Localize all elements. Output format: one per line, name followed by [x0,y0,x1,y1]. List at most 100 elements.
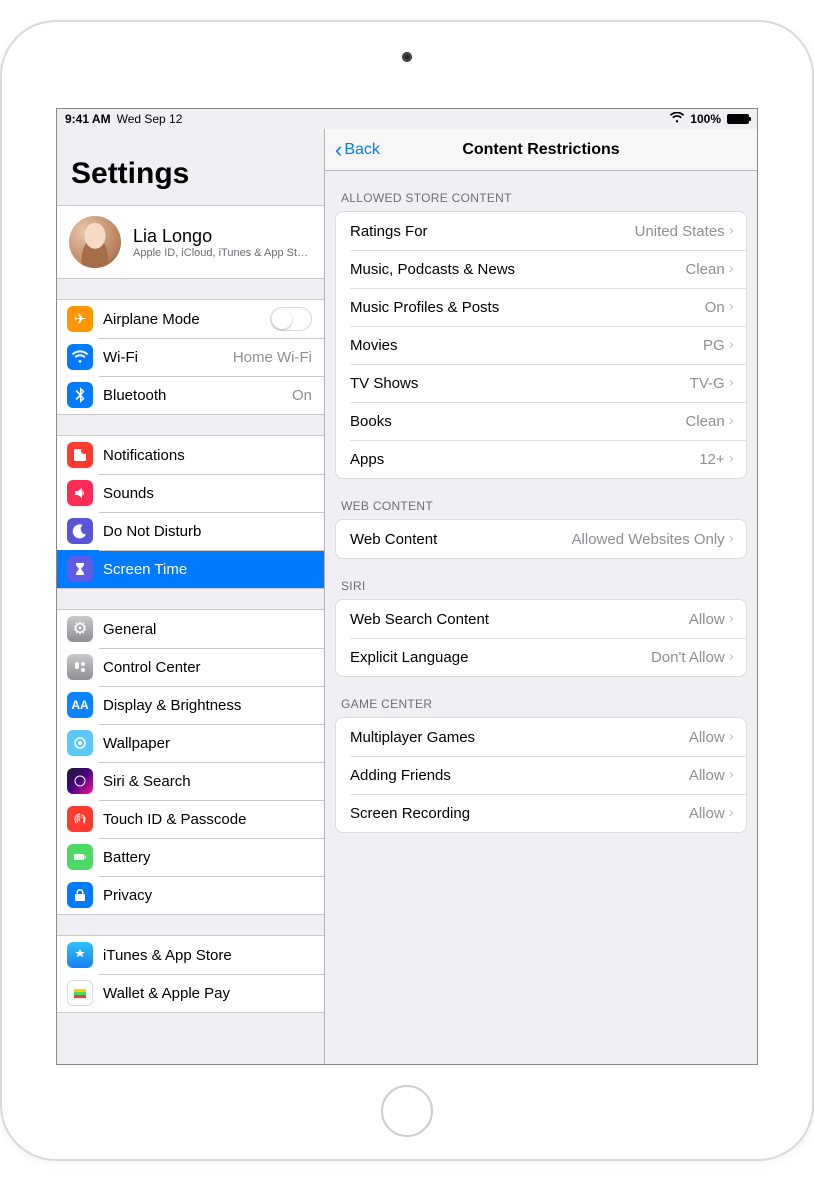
webcontent-label: Web Content [350,531,572,548]
apple-id-row[interactable]: Lia Longo Apple ID, iCloud, iTunes & App… [57,206,324,278]
row-multiplayer[interactable]: Multiplayer Games Allow › [336,718,746,756]
status-date: Wed Sep 12 [117,112,183,126]
gamecenter-group: Multiplayer Games Allow › Adding Friends… [335,717,747,833]
sidebar-item-control-center[interactable]: Control Center [57,648,324,686]
chevron-right-icon: › [729,260,734,278]
bluetooth-icon [67,382,93,408]
music-value: Clean [685,261,724,278]
battery-percent: 100% [690,112,721,126]
settings-title: Settings [57,129,324,199]
hourglass-icon [67,556,93,582]
status-time: 9:41 AM [65,112,111,126]
status-bar: 9:41 AM Wed Sep 12 100% [57,109,757,129]
sidebar-item-bluetooth[interactable]: Bluetooth On [57,376,324,414]
recording-value: Allow [689,805,725,822]
chevron-right-icon: › [729,374,734,392]
tv-value: TV-G [690,375,725,392]
profiles-value: On [705,299,725,316]
wifi-value: Home Wi-Fi [233,349,312,366]
row-music-profiles[interactable]: Music Profiles & Posts On › [336,288,746,326]
siri-group: Web Search Content Allow › Explicit Lang… [335,599,747,677]
control-center-label: Control Center [103,659,312,676]
row-explicit-language[interactable]: Explicit Language Don't Allow › [336,638,746,676]
multiplayer-label: Multiplayer Games [350,729,689,746]
wifi-icon [670,112,684,126]
privacy-icon [67,882,93,908]
row-web-content[interactable]: Web Content Allowed Websites Only › [336,520,746,558]
allowed-group: Ratings For United States › Music, Podca… [335,211,747,479]
sidebar-item-wifi[interactable]: Wi-Fi Home Wi-Fi [57,338,324,376]
sidebar-item-display[interactable]: AA Display & Brightness [57,686,324,724]
sidebar-item-battery[interactable]: Battery [57,838,324,876]
store-group: iTunes & App Store Wallet & Apple Pay [57,935,324,1013]
fingerprint-icon [67,806,93,832]
front-camera [402,52,412,62]
status-left: 9:41 AM Wed Sep 12 [65,112,182,126]
row-music-podcasts[interactable]: Music, Podcasts & News Clean › [336,250,746,288]
apps-label: Apps [350,451,699,468]
sidebar-item-itunes[interactable]: iTunes & App Store [57,936,324,974]
ratings-label: Ratings For [350,223,635,240]
friends-value: Allow [689,767,725,784]
sidebar-item-dnd[interactable]: Do Not Disturb [57,512,324,550]
explicit-label: Explicit Language [350,649,651,666]
multiplayer-value: Allow [689,729,725,746]
chevron-right-icon: › [729,298,734,316]
battery-label: Battery [103,849,312,866]
touchid-label: Touch ID & Passcode [103,811,312,828]
itunes-label: iTunes & App Store [103,947,312,964]
dnd-label: Do Not Disturb [103,523,312,540]
sidebar-item-screentime[interactable]: Screen Time [57,550,324,588]
chevron-right-icon: › [729,530,734,548]
display-icon: AA [67,692,93,718]
sidebar-item-general[interactable]: ⚙ General [57,610,324,648]
home-button[interactable] [381,1085,433,1137]
chevron-right-icon: › [729,766,734,784]
chevron-right-icon: › [729,412,734,430]
row-adding-friends[interactable]: Adding Friends Allow › [336,756,746,794]
section-allowed-header: Allowed Store Content [325,171,757,211]
airplane-toggle[interactable] [270,307,312,331]
row-web-search[interactable]: Web Search Content Allow › [336,600,746,638]
row-ratings-for[interactable]: Ratings For United States › [336,212,746,250]
row-books[interactable]: Books Clean › [336,402,746,440]
row-tv[interactable]: TV Shows TV-G › [336,364,746,402]
back-button[interactable]: ‹ Back [325,139,390,161]
books-label: Books [350,413,685,430]
wifi-settings-icon [67,344,93,370]
battery-settings-icon [67,844,93,870]
back-label: Back [344,141,380,159]
sidebar-item-touchid[interactable]: Touch ID & Passcode [57,800,324,838]
detail-body[interactable]: Allowed Store Content Ratings For United… [325,171,757,1064]
sidebar-item-privacy[interactable]: Privacy [57,876,324,914]
web-group: Web Content Allowed Websites Only › [335,519,747,559]
sidebar-item-sounds[interactable]: Sounds [57,474,324,512]
network-group: ✈ Airplane Mode Wi-Fi Home Wi-Fi [57,299,324,415]
row-screen-recording[interactable]: Screen Recording Allow › [336,794,746,832]
music-label: Music, Podcasts & News [350,261,685,278]
webcontent-value: Allowed Websites Only [572,531,725,548]
settings-sidebar[interactable]: Settings Lia Longo Apple ID, iCloud, iTu… [57,129,325,1064]
moon-icon [67,518,93,544]
profile-name: Lia Longo [133,226,308,247]
sidebar-item-wallpaper[interactable]: Wallpaper [57,724,324,762]
sounds-label: Sounds [103,485,312,502]
chevron-left-icon: ‹ [335,139,342,161]
ratings-value: United States [635,223,725,240]
control-center-icon [67,654,93,680]
sidebar-item-notifications[interactable]: Notifications [57,436,324,474]
general-label: General [103,621,312,638]
row-movies[interactable]: Movies PG › [336,326,746,364]
bluetooth-label: Bluetooth [103,387,286,404]
apps-value: 12+ [699,451,724,468]
sidebar-item-wallet[interactable]: Wallet & Apple Pay [57,974,324,1012]
wifi-label: Wi-Fi [103,349,227,366]
section-gamecenter-header: Game Center [325,677,757,717]
gear-icon: ⚙ [67,616,93,642]
screentime-label: Screen Time [103,561,312,578]
sidebar-item-airplane[interactable]: ✈ Airplane Mode [57,300,324,338]
tv-label: TV Shows [350,375,690,392]
detail-pane: ‹ Back Content Restrictions Allowed Stor… [325,129,757,1064]
sidebar-item-siri[interactable]: Siri & Search [57,762,324,800]
row-apps[interactable]: Apps 12+ › [336,440,746,478]
